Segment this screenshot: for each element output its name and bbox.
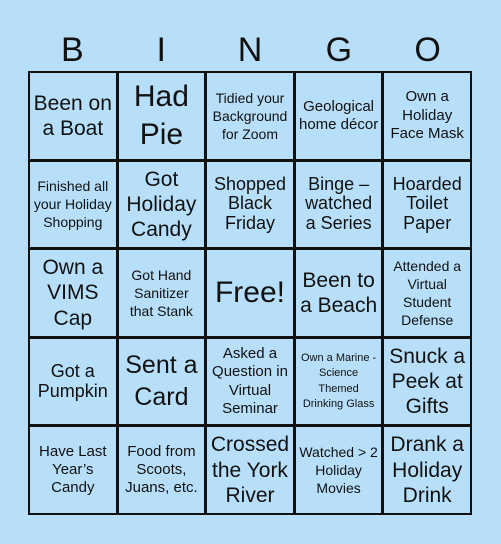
- bingo-grid: Been on a Boat Had Pie Tidied your Backg…: [28, 71, 472, 515]
- bingo-header: B I N G O: [28, 28, 472, 72]
- bingo-cell[interactable]: Shopped Black Friday: [207, 161, 293, 248]
- bingo-cell[interactable]: Hoarded Toilet Paper: [384, 161, 470, 248]
- bingo-cell[interactable]: Had Pie: [118, 73, 205, 159]
- bingo-cell[interactable]: Crossed the York River: [207, 427, 293, 513]
- header-letter-b: B: [61, 31, 84, 69]
- bingo-cell[interactable]: Geological home décor: [295, 73, 382, 159]
- bingo-cell[interactable]: Asked a Question in Virtual Seminar: [207, 338, 293, 425]
- bingo-cell[interactable]: Attended a Virtual Student Defense: [384, 250, 470, 336]
- bingo-cell[interactable]: Binge – watched a Series: [295, 161, 382, 248]
- bingo-cell[interactable]: Own a Holiday Face Mask: [384, 73, 470, 159]
- bingo-cell[interactable]: Food from Scoots, Juans, etc.: [118, 427, 205, 513]
- bingo-cell[interactable]: Got Holiday Candy: [118, 161, 205, 248]
- bingo-cell[interactable]: Tidied your Background for Zoom: [207, 73, 293, 159]
- bingo-cell[interactable]: Been on a Boat: [30, 73, 116, 159]
- header-letter-g: G: [325, 31, 353, 69]
- free-space-cell[interactable]: Free!: [207, 250, 293, 336]
- bingo-cell[interactable]: Been to a Beach: [295, 250, 382, 336]
- header-letter-i: I: [156, 31, 166, 69]
- bingo-cell[interactable]: Drank a Holiday Drink: [384, 427, 470, 513]
- header-letter-o: O: [414, 31, 441, 69]
- bingo-cell[interactable]: Have Last Year’s Candy: [30, 427, 116, 513]
- bingo-cell[interactable]: Watched > 2 Holiday Movies: [295, 427, 382, 513]
- bingo-cell[interactable]: Finished all your Holiday Shopping: [30, 161, 116, 248]
- bingo-cell[interactable]: Got Hand Sanitizer that Stank: [118, 250, 205, 336]
- header-letter-n: N: [237, 31, 263, 69]
- bingo-cell[interactable]: Own a VIMS Cap: [30, 250, 116, 336]
- bingo-cell[interactable]: Got a Pumpkin: [30, 338, 116, 425]
- bingo-cell[interactable]: Snuck a Peek at Gifts: [384, 338, 470, 425]
- bingo-cell[interactable]: Sent a Card: [118, 338, 205, 425]
- bingo-cell[interactable]: Own a Marine - Science Themed Drinking G…: [295, 338, 382, 425]
